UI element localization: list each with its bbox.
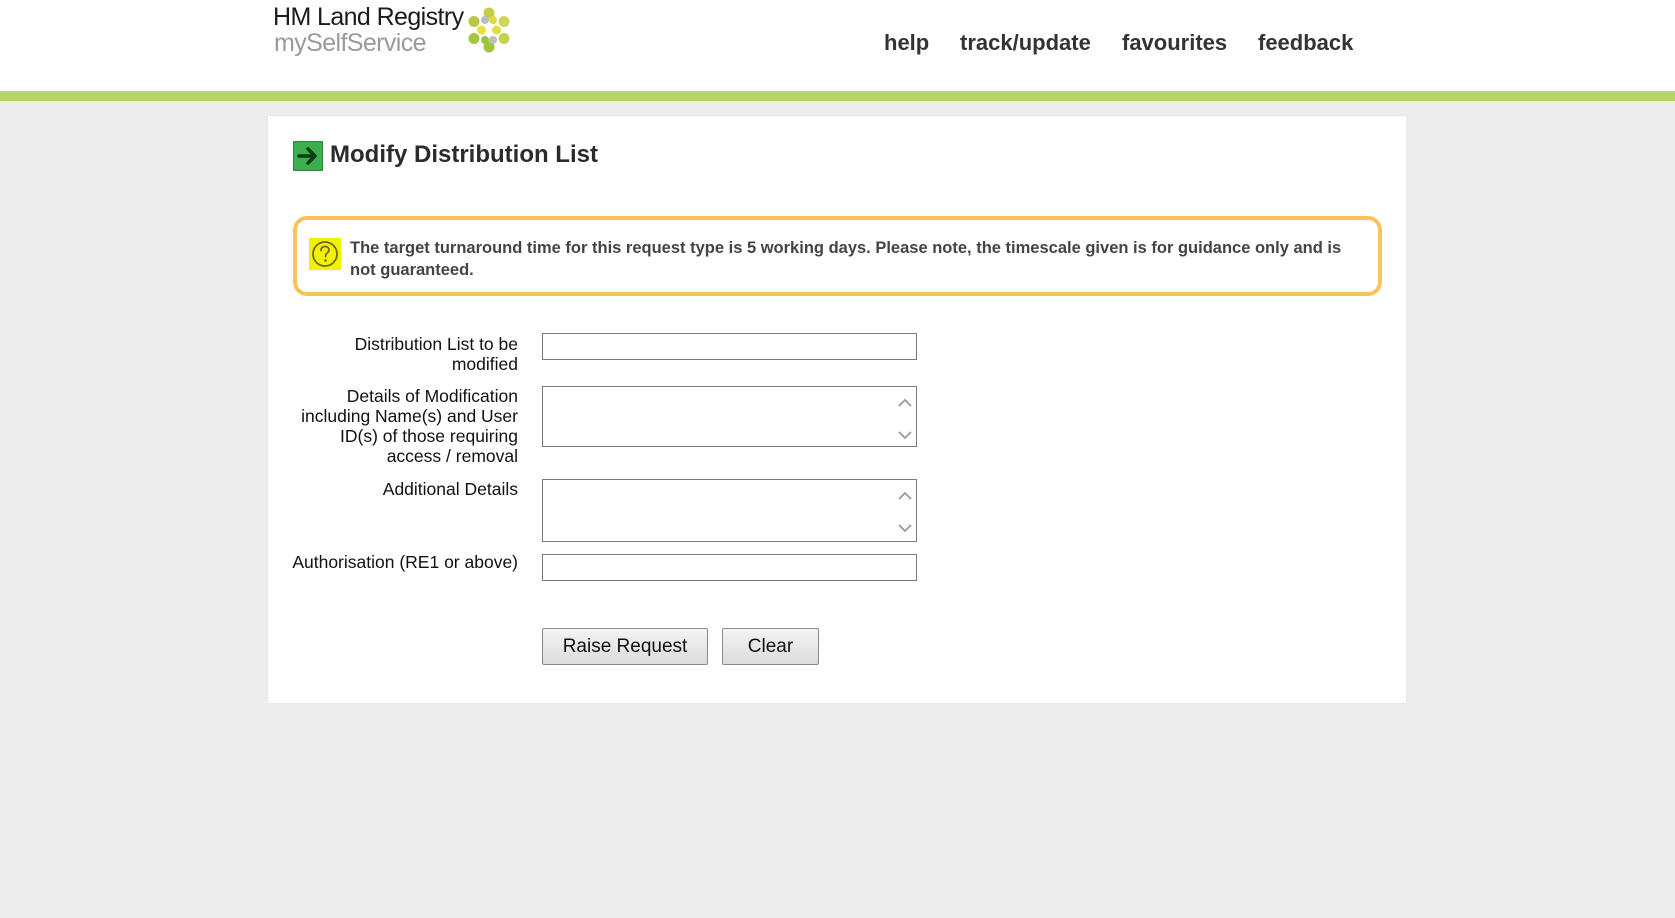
header-divider	[0, 91, 1675, 101]
modification-details-textarea[interactable]	[542, 386, 917, 447]
scroll-arrows-icon[interactable]	[895, 394, 915, 444]
label-distribution-list: Distribution List to be modified	[354, 334, 518, 374]
notice-text: The target turnaround time for this requ…	[350, 239, 1342, 279]
top-nav: help track/update favourites feedback	[0, 30, 1675, 60]
distribution-list-input[interactable]	[542, 333, 917, 360]
label-modification-details: Details of Modification including Name(s…	[301, 386, 518, 466]
scroll-arrows-icon[interactable]	[895, 487, 915, 537]
nav-favourites[interactable]: favourites	[1122, 30, 1227, 56]
arrow-right-icon	[293, 141, 323, 171]
nav-feedback[interactable]: feedback	[1258, 30, 1353, 56]
authorisation-input[interactable]	[542, 554, 917, 581]
logo-text-line1: HM Land Registry	[273, 3, 464, 31]
label-authorisation: Authorisation (RE1 or above)	[292, 552, 518, 572]
raise-request-button[interactable]: Raise Request	[542, 628, 708, 665]
clear-button[interactable]: Clear	[722, 628, 819, 665]
page-title: Modify Distribution List	[330, 141, 598, 168]
question-icon	[309, 238, 341, 270]
label-additional-details: Additional Details	[382, 479, 518, 499]
nav-track-update[interactable]: track/update	[960, 30, 1091, 56]
header: HM Land Registry mySelfService help trac…	[0, 0, 1675, 91]
nav-help[interactable]: help	[884, 30, 929, 56]
notice-box: The target turnaround time for this requ…	[293, 216, 1382, 296]
additional-details-textarea[interactable]	[542, 479, 917, 542]
form-panel: Modify Distribution List The target turn…	[268, 116, 1406, 703]
